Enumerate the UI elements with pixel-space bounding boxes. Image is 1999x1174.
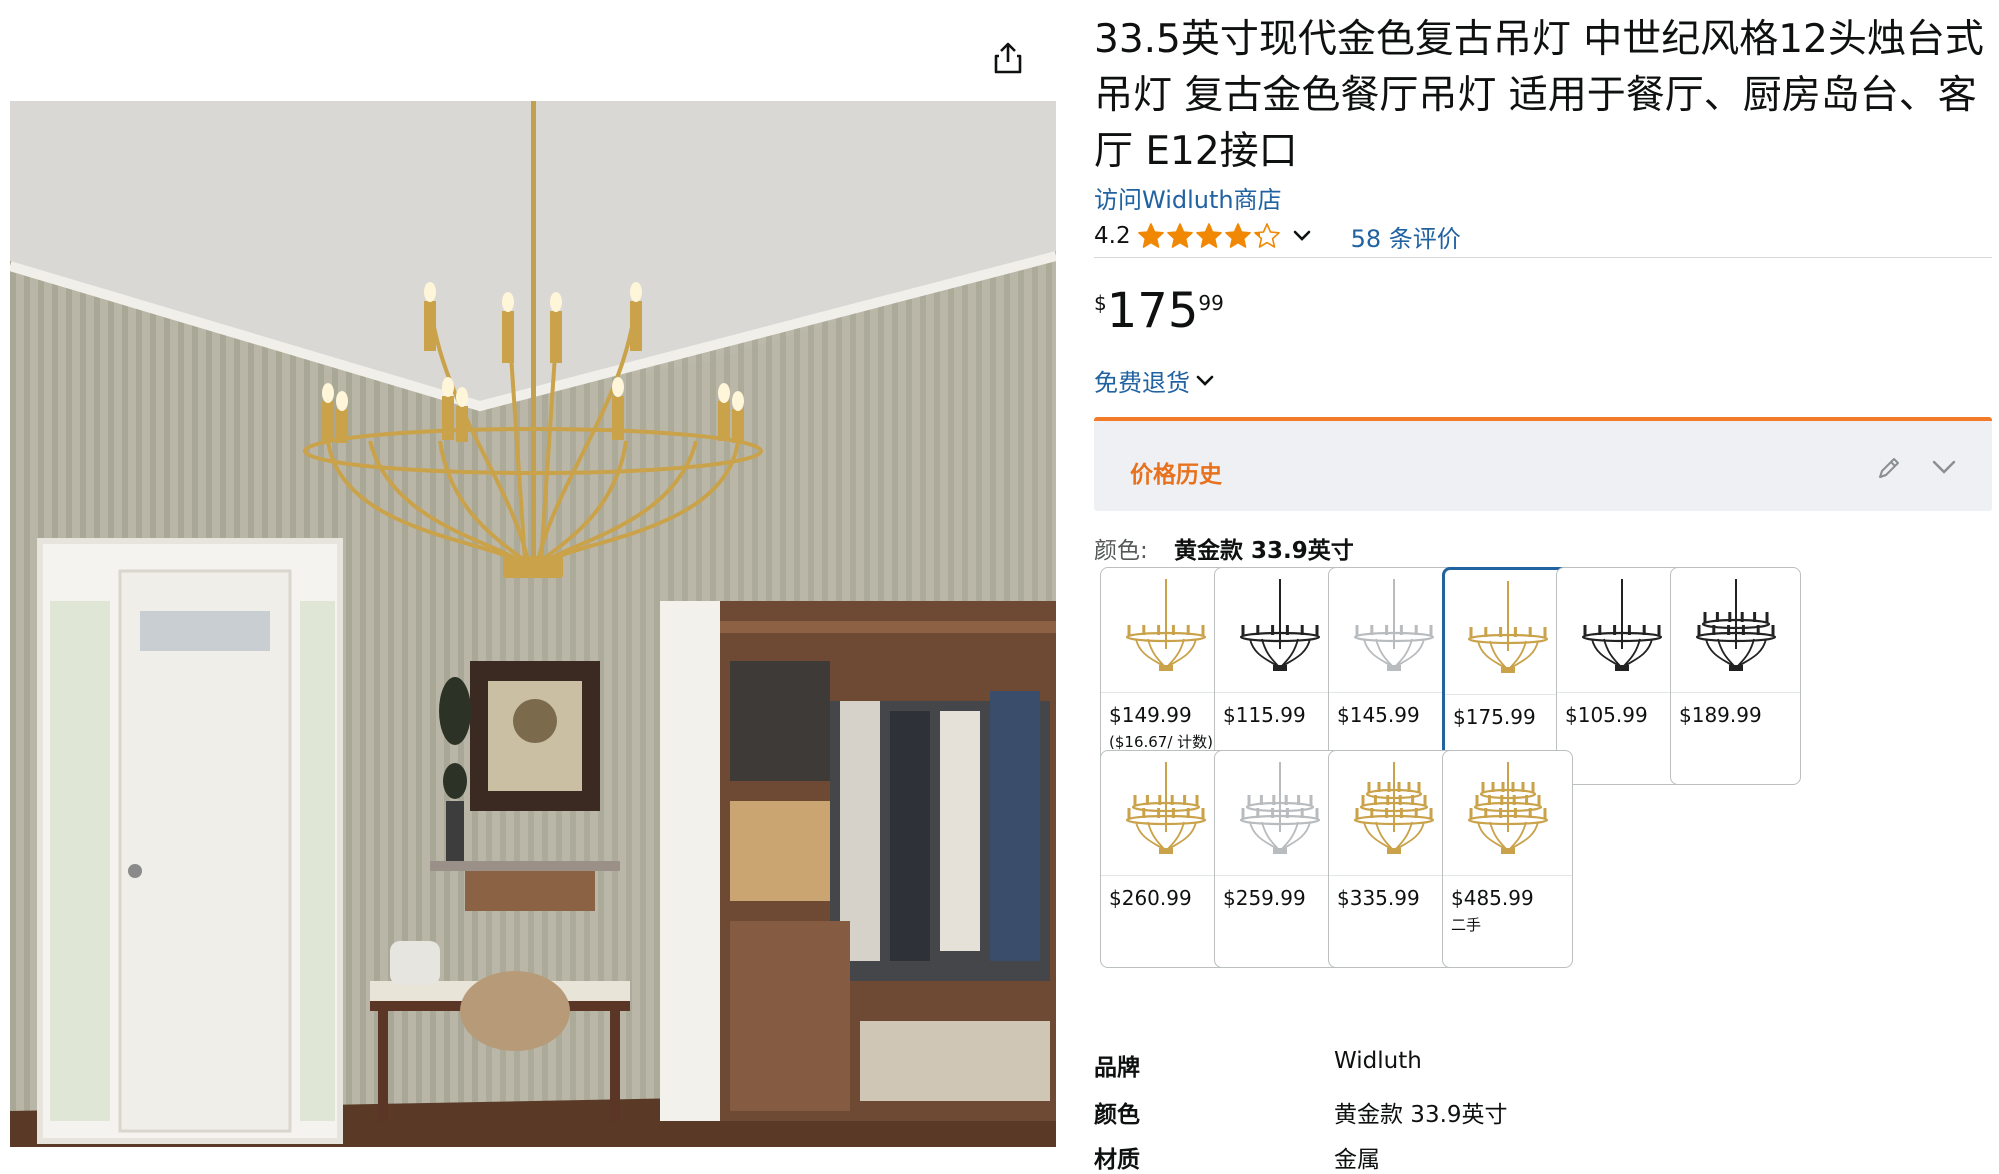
rating-value: 4.2 — [1094, 223, 1131, 249]
spec-key: 品牌 — [1094, 1055, 1140, 1081]
share-button[interactable] — [990, 40, 1026, 76]
swatch-price: $145.99 — [1337, 703, 1420, 727]
color-swatch[interactable]: $105.99 — [1556, 567, 1687, 785]
chandelier-thumbnail — [1215, 751, 1344, 876]
chevron-down-icon — [1196, 375, 1214, 386]
pencil-icon[interactable] — [1874, 453, 1904, 483]
chandelier-thumbnail — [1215, 568, 1344, 693]
swatch-price: $115.99 — [1223, 703, 1306, 727]
price-whole: 175 — [1106, 283, 1199, 339]
chevron-down-icon[interactable] — [1930, 455, 1958, 479]
color-label: 颜色: — [1094, 538, 1148, 564]
chevron-down-icon[interactable] — [1291, 225, 1313, 247]
swatch-price: $485.99 — [1451, 886, 1534, 910]
star-icon — [1195, 223, 1222, 248]
product-room-illustration — [10, 101, 1056, 1147]
review-count-link[interactable]: 58 条评价 — [1351, 219, 1461, 254]
color-selected-value: 黄金款 33.9英寸 — [1174, 538, 1354, 564]
star-icon — [1166, 223, 1193, 248]
color-swatch[interactable]: $335.99 — [1328, 750, 1459, 968]
price-fraction: 99 — [1198, 291, 1224, 315]
chandelier-thumbnail — [1443, 751, 1572, 876]
swatch-subtext: 二手 — [1451, 916, 1482, 934]
price-history-panel[interactable]: 价格历史 — [1094, 417, 1992, 511]
star-icon — [1253, 223, 1280, 248]
divider — [1094, 257, 1992, 258]
swatch-price: $175.99 — [1453, 705, 1536, 729]
rating-row: 4.2 58 条评价 — [1094, 218, 1461, 254]
spec-value: 黄金款 33.9英寸 — [1334, 1102, 1508, 1128]
swatch-price: $335.99 — [1337, 886, 1420, 910]
price-symbol: $ — [1094, 291, 1107, 315]
chandelier-thumbnail — [1557, 568, 1686, 693]
swatch-price: $260.99 — [1109, 886, 1192, 910]
store-link[interactable]: 访问Widluth商店 — [1094, 180, 1282, 215]
color-swatch[interactable]: $259.99 — [1214, 750, 1345, 968]
product-main-image[interactable] — [10, 101, 1056, 1147]
free-returns-label: 免费退货 — [1094, 369, 1190, 397]
swatch-price: $189.99 — [1679, 703, 1762, 727]
price-history-title: 价格历史 — [1130, 462, 1222, 488]
star-icon — [1224, 223, 1251, 248]
share-icon — [994, 42, 1022, 74]
price: $ 175 99 — [1094, 283, 1224, 339]
chandelier-thumbnail — [1329, 568, 1458, 693]
chandelier-thumbnail — [1445, 570, 1570, 695]
swatch-subtext: ($16.67/ 计数) — [1109, 733, 1214, 751]
product-details-panel: 33.5英寸现代金色复古吊灯 中世纪风格12头烛台式吊灯 复古金色餐厅吊灯 适用… — [1094, 0, 1994, 1174]
spec-value: Widluth — [1334, 1048, 1422, 1074]
star-rating[interactable] — [1137, 222, 1281, 250]
color-swatch[interactable]: $260.99 — [1100, 750, 1231, 968]
spec-value: 金属 — [1334, 1147, 1380, 1173]
swatch-price: $149.99 — [1109, 703, 1192, 727]
chandelier-thumbnail — [1101, 751, 1230, 876]
chandelier-thumbnail — [1329, 751, 1458, 876]
color-swatch[interactable]: $189.99 — [1670, 567, 1801, 785]
color-swatch[interactable]: $485.99 二手 — [1442, 750, 1573, 968]
chandelier-thumbnail — [1671, 568, 1800, 693]
free-returns-link[interactable]: 免费退货 — [1094, 363, 1216, 398]
spec-key: 材质 — [1094, 1147, 1140, 1173]
chandelier-thumbnail — [1101, 568, 1230, 693]
star-icon — [1137, 223, 1164, 248]
swatch-price: $259.99 — [1223, 886, 1306, 910]
swatch-price: $105.99 — [1565, 703, 1648, 727]
spec-key: 颜色 — [1094, 1102, 1140, 1128]
product-title: 33.5英寸现代金色复古吊灯 中世纪风格12头烛台式吊灯 复古金色餐厅吊灯 适用… — [1094, 17, 1984, 174]
